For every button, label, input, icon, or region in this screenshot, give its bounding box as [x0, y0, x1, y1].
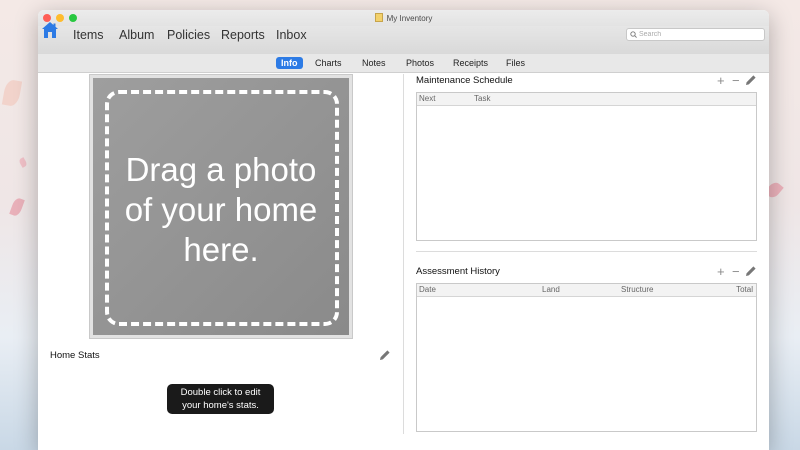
column-header-structure[interactable]: Structure: [621, 285, 653, 294]
nav-items[interactable]: Items: [73, 28, 104, 42]
drop-zone-prompt: Drag a photo of your home here.: [93, 150, 349, 270]
home-icon[interactable]: [41, 21, 59, 39]
background-petal: [1, 78, 23, 108]
maintenance-edit-pencil-icon[interactable]: [745, 74, 757, 86]
search-icon: [630, 31, 637, 38]
search-input[interactable]: [639, 29, 759, 40]
tab-photos[interactable]: Photos: [401, 57, 439, 69]
nav-policies[interactable]: Policies: [167, 28, 210, 42]
nav-album[interactable]: Album: [119, 28, 154, 42]
column-header-task[interactable]: Task: [474, 94, 490, 103]
maintenance-table-header: Next Task: [417, 93, 756, 106]
nav-reports[interactable]: Reports: [221, 28, 265, 42]
tab-charts[interactable]: Charts: [310, 57, 347, 69]
assessment-table-header: Date Land Structure Total: [417, 284, 756, 297]
drop-zone-line: Drag a photo: [125, 151, 317, 188]
column-divider: [403, 74, 404, 434]
assessment-edit-pencil-icon[interactable]: [745, 265, 757, 277]
column-header-next[interactable]: Next: [419, 94, 435, 103]
assessment-table[interactable]: Date Land Structure Total: [416, 283, 757, 432]
drop-zone-line: of your home: [124, 191, 318, 228]
window-title-text: My Inventory: [386, 14, 433, 23]
assessment-history-title: Assessment History: [416, 266, 500, 277]
drop-zone-line: here.: [183, 231, 259, 268]
tab-notes[interactable]: Notes: [357, 57, 391, 69]
background-petal: [18, 157, 28, 168]
edit-home-stats-pencil-icon[interactable]: [379, 349, 391, 361]
home-photo-drop-zone[interactable]: Drag a photo of your home here.: [89, 74, 353, 339]
tab-files[interactable]: Files: [501, 57, 530, 69]
assessment-add-button[interactable]: +: [717, 265, 725, 278]
maintenance-table[interactable]: Next Task: [416, 92, 757, 241]
background-petal: [9, 196, 25, 218]
maintenance-remove-button[interactable]: −: [732, 74, 740, 87]
photo-placeholder: Drag a photo of your home here.: [93, 78, 349, 335]
title-bar: My Inventory: [38, 10, 769, 26]
nav-inbox[interactable]: Inbox: [276, 28, 307, 42]
maintenance-add-button[interactable]: +: [717, 74, 725, 87]
search-field[interactable]: [626, 28, 765, 41]
document-icon: [374, 13, 383, 22]
maintenance-schedule-title: Maintenance Schedule: [416, 75, 513, 86]
column-header-land[interactable]: Land: [542, 285, 560, 294]
column-header-date[interactable]: Date: [419, 285, 436, 294]
home-stats-tooltip: Double click to edit your home's stats.: [167, 384, 274, 414]
assessment-remove-button[interactable]: −: [732, 265, 740, 278]
tab-receipts[interactable]: Receipts: [448, 57, 493, 69]
tooltip-line: Double click to edit: [180, 387, 261, 398]
home-stats-label: Home Stats: [50, 350, 100, 361]
tooltip-line: your home's stats.: [182, 400, 259, 411]
app-window: My Inventory Items Album Policies Report…: [38, 10, 769, 450]
window-title: My Inventory: [38, 13, 769, 23]
section-divider: [416, 251, 757, 252]
column-header-total[interactable]: Total: [736, 285, 753, 294]
tab-info[interactable]: Info: [276, 57, 303, 69]
tab-bar: Info Charts Notes Photos Receipts Files: [38, 54, 769, 73]
